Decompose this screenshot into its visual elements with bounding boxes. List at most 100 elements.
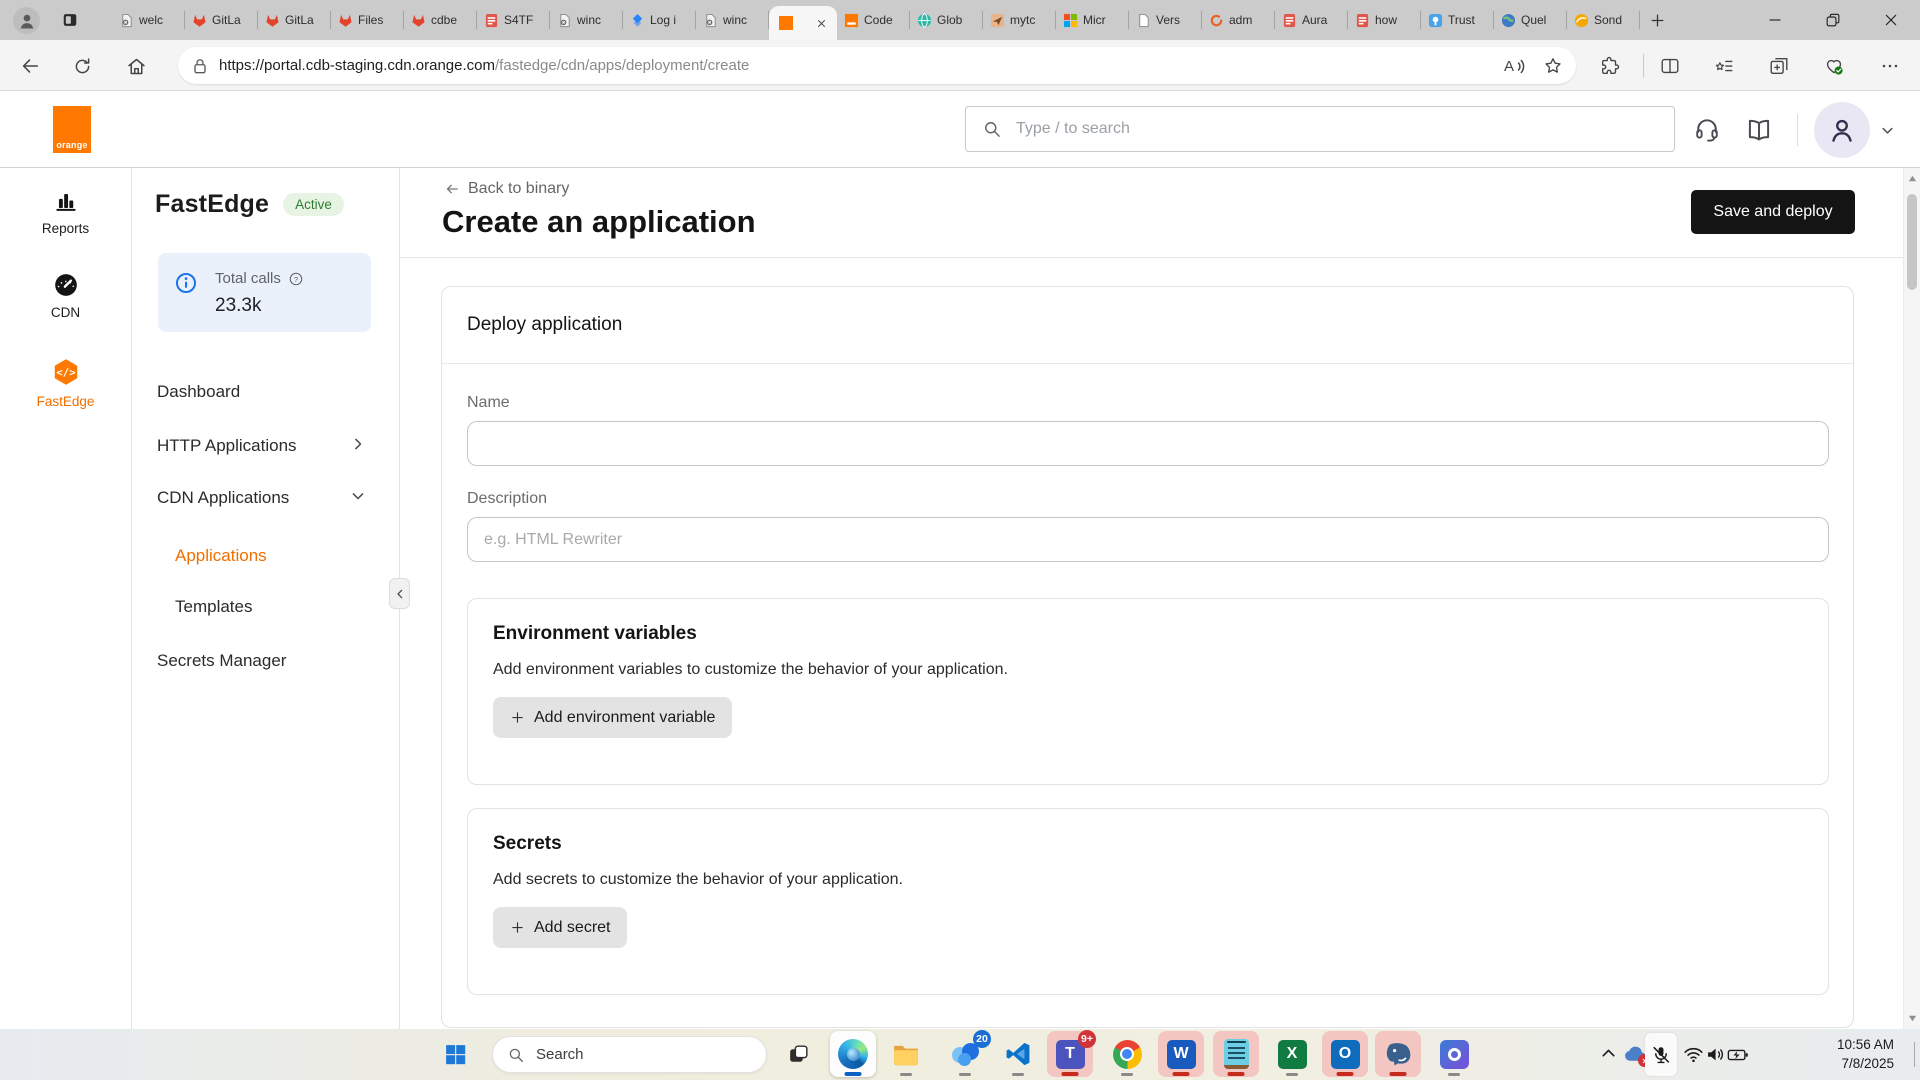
- browser-tab[interactable]: Code: [837, 0, 910, 40]
- browser-tab[interactable]: Trust: [1421, 0, 1494, 40]
- browser-tab[interactable]: GitLa: [258, 0, 331, 40]
- browser-tab[interactable]: how: [1348, 0, 1421, 40]
- rail-item-reports[interactable]: Reports: [0, 188, 131, 236]
- taskbar-excel[interactable]: X: [1269, 1031, 1315, 1077]
- start-button[interactable]: [432, 1031, 478, 1077]
- description-input[interactable]: [467, 517, 1829, 562]
- taskbar-file-explorer[interactable]: [883, 1031, 929, 1077]
- url-path: /fastedge/cdn/apps/deployment/create: [495, 57, 749, 74]
- rail-item-cdn[interactable]: CDN: [0, 272, 131, 320]
- show-desktop-button[interactable]: [1914, 1042, 1915, 1067]
- name-input[interactable]: [467, 421, 1829, 466]
- favorite-star-icon[interactable]: [1542, 55, 1564, 77]
- sidebar-item-http-applications[interactable]: HTTP Applications: [157, 436, 297, 456]
- settings-menu-button[interactable]: [1876, 52, 1904, 80]
- browser-tab[interactable]: GitLa: [185, 0, 258, 40]
- tray-volume[interactable]: [1705, 1044, 1726, 1065]
- window-close-button[interactable]: [1862, 0, 1920, 40]
- browser-tab[interactable]: Sond: [1567, 0, 1640, 40]
- window-restore-button[interactable]: [1804, 0, 1862, 40]
- home-button[interactable]: [122, 52, 150, 80]
- docs-button[interactable]: [1745, 116, 1773, 144]
- browser-tab[interactable]: mytc: [983, 0, 1056, 40]
- read-aloud-icon[interactable]: [1502, 54, 1526, 78]
- extensions-button[interactable]: [1596, 52, 1624, 80]
- bar-chart-icon: [53, 188, 79, 214]
- taskbar-word[interactable]: W: [1158, 1031, 1204, 1077]
- site-search-box[interactable]: [965, 106, 1675, 152]
- browser-tab[interactable]: cdbe: [404, 0, 477, 40]
- chevron-down-icon[interactable]: [348, 486, 368, 506]
- add-secret-button[interactable]: Add secret: [493, 907, 627, 948]
- task-view-button[interactable]: [775, 1031, 821, 1077]
- user-avatar[interactable]: [1814, 102, 1870, 158]
- tray-clock[interactable]: 10:56 AM 7/8/2025: [1837, 1035, 1894, 1073]
- back-to-binary-link[interactable]: Back to binary: [443, 180, 569, 198]
- browser-essentials-button[interactable]: [1820, 52, 1848, 80]
- sidebar-item-templates[interactable]: Templates: [175, 597, 252, 617]
- page-scrollbar[interactable]: [1903, 168, 1920, 1029]
- browser-tab[interactable]: S4TF: [477, 0, 550, 40]
- browser-tab[interactable]: Micr: [1056, 0, 1129, 40]
- tray-battery[interactable]: [1727, 1044, 1749, 1066]
- close-tab-icon[interactable]: [815, 17, 828, 30]
- scroll-up-arrow[interactable]: [1908, 174, 1917, 183]
- scroll-down-arrow[interactable]: [1908, 1014, 1917, 1023]
- taskbar-search[interactable]: Search: [492, 1036, 767, 1073]
- taskbar-postgresql[interactable]: [1375, 1031, 1421, 1077]
- window-minimize-button[interactable]: [1746, 0, 1804, 40]
- tab-actions-menu-icon[interactable]: [58, 9, 82, 31]
- sidebar-item-secrets-manager[interactable]: Secrets Manager: [157, 651, 286, 671]
- browser-profile-avatar[interactable]: [13, 7, 40, 34]
- new-tab-button[interactable]: [1640, 0, 1674, 40]
- site-search-input[interactable]: [1014, 119, 1658, 139]
- browser-tab[interactable]: winc: [550, 0, 623, 40]
- refresh-button[interactable]: [68, 52, 96, 80]
- url-text[interactable]: https://portal.cdb-staging.cdn.orange.co…: [219, 57, 1492, 74]
- browser-tab-active[interactable]: [769, 6, 837, 40]
- browser-tab[interactable]: welc: [112, 0, 185, 40]
- split-screen-button[interactable]: [1656, 52, 1684, 80]
- taskbar-chrome[interactable]: [1104, 1031, 1150, 1077]
- taskbar-notepad[interactable]: [1213, 1031, 1259, 1077]
- taskbar-edge[interactable]: [830, 1031, 876, 1077]
- url-scheme: https://: [219, 57, 264, 74]
- sidebar-collapse-button[interactable]: [389, 578, 410, 609]
- lock-icon[interactable]: [190, 56, 210, 76]
- help-icon[interactable]: [288, 271, 304, 287]
- orange-logo[interactable]: orange: [53, 106, 91, 153]
- support-button[interactable]: [1693, 116, 1721, 144]
- browser-tab[interactable]: Files: [331, 0, 404, 40]
- browser-tab[interactable]: Vers: [1129, 0, 1202, 40]
- browser-tab[interactable]: winc: [696, 0, 769, 40]
- browser-tab[interactable]: Glob: [910, 0, 983, 40]
- browser-tab[interactable]: Quel: [1494, 0, 1567, 40]
- chevron-right-icon[interactable]: [348, 434, 368, 454]
- sidebar-item-dashboard[interactable]: Dashboard: [157, 382, 240, 402]
- collections-button[interactable]: [1765, 52, 1793, 80]
- browser-tab[interactable]: Log i: [623, 0, 696, 40]
- tray-wifi[interactable]: [1683, 1044, 1704, 1065]
- account-menu-button[interactable]: [1878, 121, 1897, 140]
- tray-microphone-muted[interactable]: [1645, 1033, 1677, 1076]
- tray-show-hidden-icons[interactable]: [1598, 1043, 1619, 1064]
- taskbar-teams[interactable]: T 9+: [1047, 1031, 1093, 1077]
- sidebar-item-cdn-applications[interactable]: CDN Applications: [157, 488, 289, 508]
- taskbar-photos[interactable]: [1431, 1031, 1477, 1077]
- scrollbar-thumb[interactable]: [1907, 194, 1917, 290]
- sidebar-item-applications[interactable]: Applications: [175, 546, 267, 566]
- back-button[interactable]: [16, 52, 44, 80]
- rail-item-fastedge[interactable]: FastEdge: [0, 357, 131, 409]
- browser-tab[interactable]: Aura: [1275, 0, 1348, 40]
- add-environment-variable-button[interactable]: Add environment variable: [493, 697, 732, 738]
- browser-tab[interactable]: adm: [1202, 0, 1275, 40]
- taskbar-vscode[interactable]: [995, 1031, 1041, 1077]
- window-controls: [1746, 0, 1920, 40]
- save-and-deploy-button[interactable]: Save and deploy: [1691, 190, 1855, 234]
- favorites-button[interactable]: [1710, 52, 1738, 80]
- address-bar[interactable]: https://portal.cdb-staging.cdn.orange.co…: [178, 47, 1576, 84]
- taskbar-outlook[interactable]: O: [1322, 1031, 1368, 1077]
- chevron-up-icon: [1598, 1043, 1619, 1064]
- taskbar-phone-link[interactable]: 20: [942, 1031, 988, 1077]
- info-icon[interactable]: [174, 271, 198, 295]
